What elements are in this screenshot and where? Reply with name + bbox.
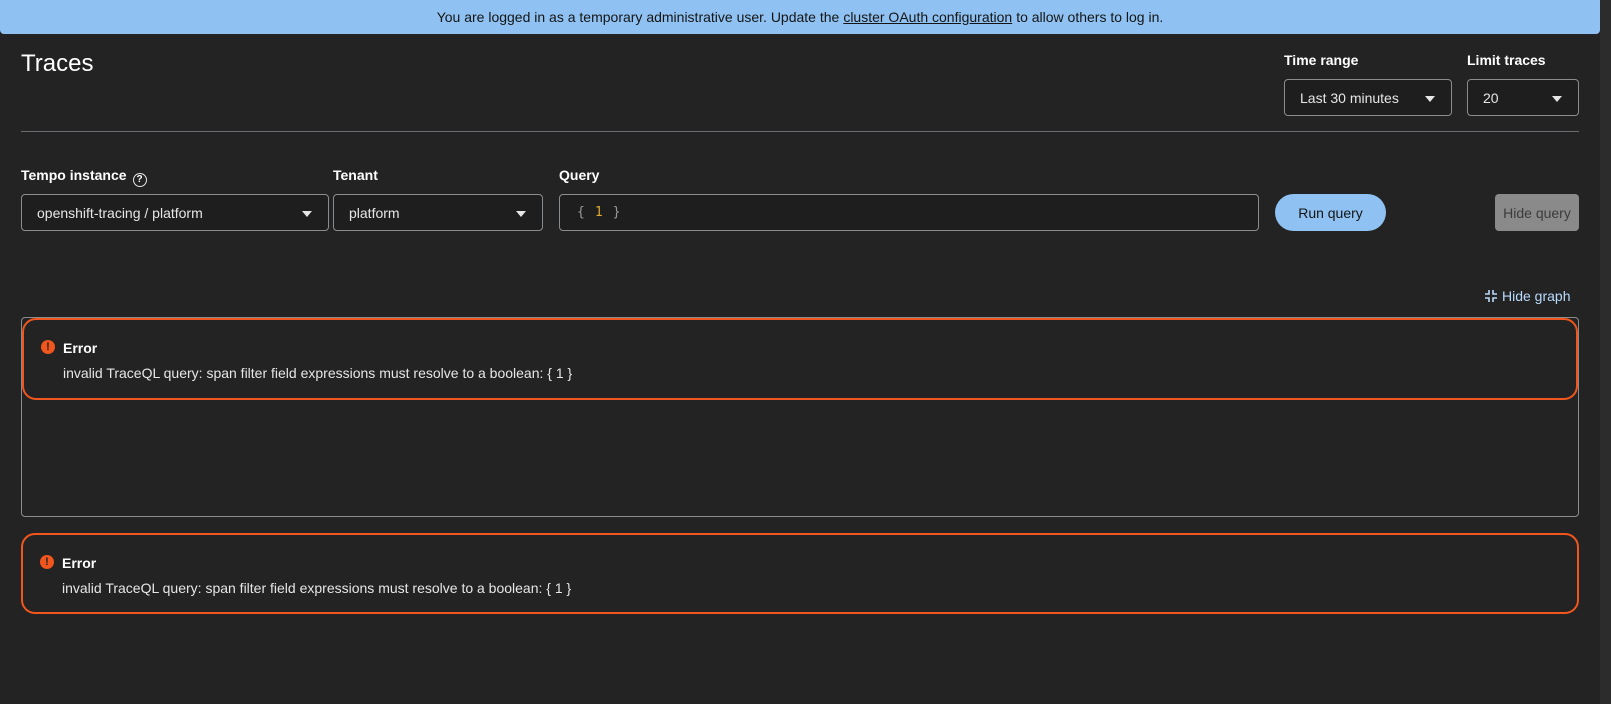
banner-text-after: to allow others to log in. <box>1016 9 1164 25</box>
limit-traces-label: Limit traces <box>1467 52 1546 68</box>
chevron-down-icon <box>516 211 526 217</box>
hide-query-button[interactable]: Hide query <box>1495 194 1579 231</box>
banner-text-before: You are logged in as a temporary adminis… <box>436 9 840 25</box>
hide-graph-label: Hide graph <box>1502 288 1571 304</box>
error-title: Error <box>63 340 98 356</box>
query-open-brace: { <box>577 205 585 220</box>
chevron-down-icon <box>1425 96 1435 102</box>
tenant-select[interactable]: platform <box>333 194 543 231</box>
time-range-label: Time range <box>1284 52 1359 68</box>
error-message: invalid TraceQL query: span filter field… <box>63 365 573 381</box>
hide-graph-button[interactable]: Hide graph <box>1484 288 1571 304</box>
limit-traces-value: 20 <box>1483 89 1499 106</box>
error-title: Error <box>62 555 97 571</box>
query-close-brace: } <box>612 205 621 220</box>
tempo-instance-value: openshift-tracing / platform <box>37 204 203 221</box>
help-icon[interactable]: ? <box>132 172 147 187</box>
tempo-instance-label: Tempo instance? <box>21 167 147 187</box>
compress-icon <box>1485 290 1497 302</box>
header-divider <box>21 131 1579 132</box>
tenant-value: platform <box>349 204 400 221</box>
chevron-down-icon <box>302 211 312 217</box>
time-range-select[interactable]: Last 30 minutes <box>1284 79 1452 116</box>
query-label: Query <box>559 167 600 183</box>
exclamation-circle-icon: ! <box>41 340 55 354</box>
chevron-down-icon <box>1552 96 1562 102</box>
tempo-instance-label-text: Tempo instance <box>21 167 127 183</box>
oauth-config-link[interactable]: cluster OAuth configuration <box>843 9 1012 25</box>
run-query-button[interactable]: Run query <box>1275 194 1386 231</box>
time-range-value: Last 30 minutes <box>1300 89 1399 106</box>
page-scrollbar[interactable] <box>1600 0 1611 704</box>
tenant-label: Tenant <box>333 167 378 183</box>
graph-error-alert: ! Error invalid TraceQL query: span filt… <box>22 318 1578 400</box>
exclamation-circle-icon: ! <box>40 555 54 569</box>
query-editor[interactable]: { 1 } <box>559 194 1259 231</box>
tempo-instance-select[interactable]: openshift-tracing / platform <box>21 194 329 231</box>
admin-banner: You are logged in as a temporary adminis… <box>0 0 1600 34</box>
query-number: 1 <box>594 205 603 220</box>
page-title: Traces <box>21 50 94 77</box>
results-error-alert: ! Error invalid TraceQL query: span filt… <box>21 533 1579 614</box>
error-message: invalid TraceQL query: span filter field… <box>62 580 572 596</box>
limit-traces-select[interactable]: 20 <box>1467 79 1579 116</box>
